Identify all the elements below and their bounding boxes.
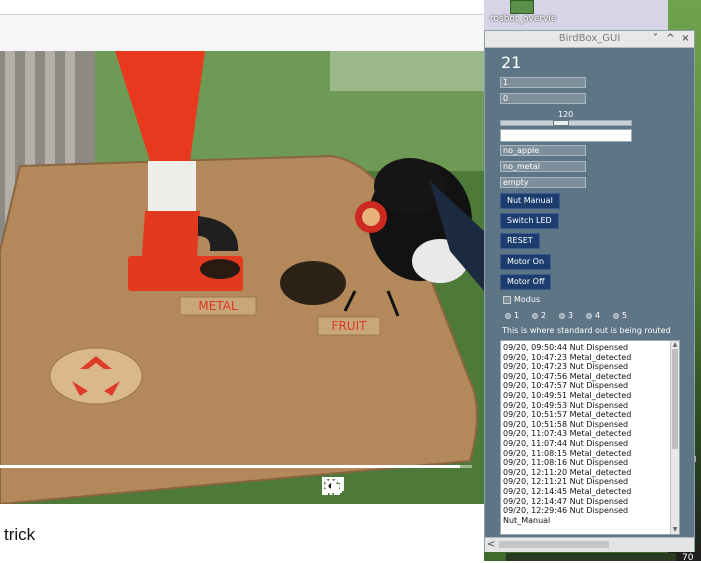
video-frame: METAL FRUIT [0,51,484,504]
radio-option-3[interactable]: 3 [559,311,586,320]
video-player[interactable]: METAL FRUIT [0,51,484,504]
log-lines: 09/20, 09:50:44 Nut Dispensed 09/20, 10:4… [503,343,631,525]
desktop-corner-number: 70 [682,553,694,563]
radio-dot-icon [559,312,565,319]
radio-dot-icon [505,312,511,319]
log-line: 09/20, 10:51:57 Metal_detected [503,410,632,420]
video-title-fragment: trick [4,525,36,544]
metal-status-field: no_metal [500,161,586,172]
log-line: 09/20, 12:11:21 Nut Dispensed [503,477,629,487]
close-icon[interactable]: × [681,32,690,44]
maximize-caret-icon[interactable]: ^ [666,32,675,44]
scroll-down-arrow-icon[interactable]: ▼ [671,526,679,534]
video-progress-track[interactable] [0,465,472,468]
browser-strip [0,15,484,51]
desktop-icon-label[interactable]: rosbot_overvie [490,14,556,24]
reset-button[interactable]: RESET [500,233,540,249]
video-progress-fill [0,465,461,468]
birdbox-gui-window: BirdBox_GUI ˅ ^ × 21 1 0 120 no_apple no… [484,30,695,552]
log-line: 09/20, 11:07:44 Nut Dispensed [503,438,629,448]
state-status-field: empty [500,177,586,188]
log-line: 09/20, 10:51:58 Nut Dispensed [503,419,629,429]
entry-field-1[interactable]: 1 [500,77,586,88]
radio-label: 3 [568,311,574,320]
nut-manual-button[interactable]: Nut Manual [500,193,560,209]
scroll-left-arrow-icon[interactable]: < [487,539,495,550]
log-scroll-thumb[interactable] [672,349,678,449]
mode-radio-group: 1 2 3 4 5 [505,311,640,320]
metal-label: METAL [198,299,238,313]
modus-checkbox[interactable] [503,295,511,304]
window-horizontal-scrollbar[interactable]: < [485,537,694,552]
scale-value: 120 [558,110,574,119]
radio-label: 1 [514,311,520,320]
spreadsheet-file-icon[interactable] [510,0,534,14]
log-line: 09/20, 10:47:57 Nut Dispensed [503,381,629,391]
log-line: 09/20, 12:14:47 Nut Dispensed [503,496,629,506]
motor-off-button[interactable]: Motor Off [500,274,552,290]
radio-option-5[interactable]: 5 [613,311,640,320]
radio-label: 5 [622,311,628,320]
scale-slider-thumb[interactable] [553,120,570,126]
log-line: 09/20, 09:50:44 Nut Dispensed [503,343,629,352]
stdout-label: This is where standard out is being rout… [502,326,671,335]
scroll-up-arrow-icon[interactable]: ▲ [671,341,679,349]
log-line: 09/20, 10:47:23 Metal_detected [503,352,632,362]
log-line: 09/20, 12:14:45 Metal_detected [503,486,632,496]
stdout-log-textbox[interactable]: 09/20, 09:50:44 Nut Dispensed 09/20, 10:4… [500,340,680,535]
log-line: Nut_Manual [503,515,551,525]
scale-slider[interactable] [500,120,632,126]
radio-label: 4 [595,311,601,320]
fullscreen-icon[interactable] [322,477,462,499]
video-controls [322,477,462,499]
switch-led-button[interactable]: Switch LED [500,213,559,229]
miniplayer-icon[interactable] [322,477,386,499]
desktop-bottom-strip [506,553,676,561]
radio-option-4[interactable]: 4 [586,311,613,320]
entry-field-2[interactable]: 0 [500,93,586,104]
radio-option-1[interactable]: 1 [505,311,532,320]
log-line: 09/20, 10:49:53 Nut Dispensed [503,400,629,410]
theater-mode-icon[interactable] [322,477,424,499]
horizontal-scroll-thumb[interactable] [499,541,609,548]
radio-option-2[interactable]: 2 [532,311,559,320]
radio-label: 2 [541,311,547,320]
counter-label: 21 [501,53,522,72]
log-line: 09/20, 12:11:20 Metal_detected [503,467,632,477]
log-line: 09/20, 12:29:46 Nut Dispensed [503,506,629,516]
log-line: 09/20, 11:08:15 Metal_detected [503,448,632,458]
log-line: 09/20, 10:47:23 Nut Dispensed [503,362,629,372]
modus-checkbox-row[interactable]: Modus [503,295,540,304]
log-line: 09/20, 10:47:56 Metal_detected [503,371,632,381]
log-line: 09/20, 11:08:16 Nut Dispensed [503,458,629,468]
radio-dot-icon [613,312,619,319]
browser-top-bar [0,0,484,15]
log-vertical-scrollbar[interactable]: ▲ ▼ [670,341,679,534]
log-line: 09/20, 11:07:43 Metal_detected [503,429,632,439]
radio-dot-icon [586,312,592,319]
apple-status-field: no_apple [500,145,586,156]
text-input[interactable] [500,129,632,142]
window-titlebar[interactable]: BirdBox_GUI ˅ ^ × [485,31,694,48]
motor-on-button[interactable]: Motor On [500,254,552,270]
modus-label: Modus [514,295,541,304]
radio-dot-icon [532,312,538,319]
fruit-label: FRUIT [332,319,368,333]
log-line: 09/20, 10:49:51 Metal_detected [503,390,632,400]
minimize-chevron-icon[interactable]: ˅ [651,32,660,44]
